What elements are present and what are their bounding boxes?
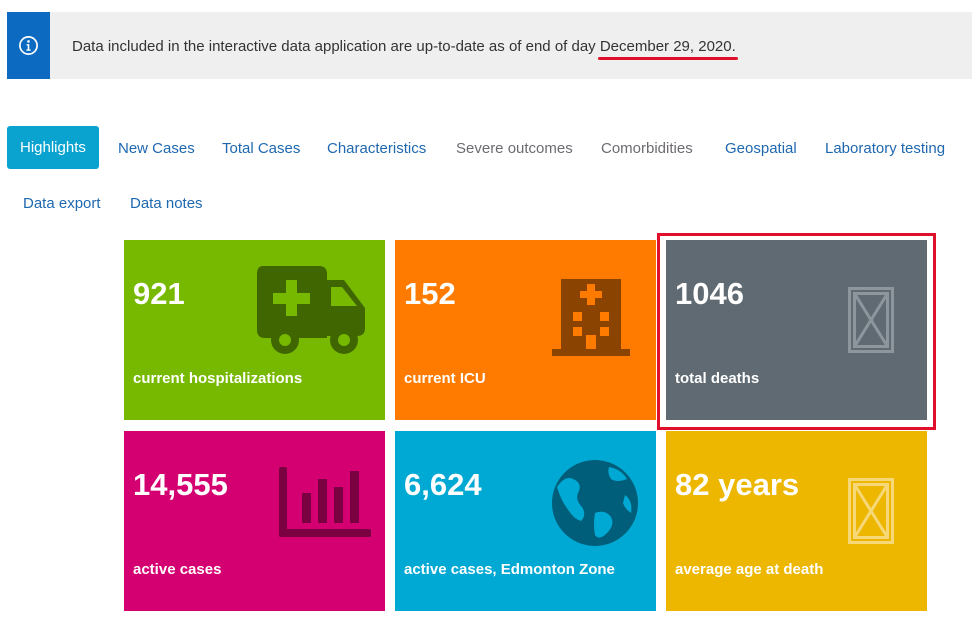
tile-active-cases[interactable]: 14,555 active cases — [124, 431, 385, 611]
tile-label: active cases — [133, 561, 222, 578]
tab-characteristics[interactable]: Characteristics — [327, 140, 426, 157]
tab-geospatial[interactable]: Geospatial — [725, 140, 797, 157]
tile-label: active cases, Edmonton Zone — [404, 561, 615, 578]
tab-data-export[interactable]: Data export — [23, 195, 101, 212]
tile-value: 82 years — [675, 467, 800, 502]
tab-laboratory-testing[interactable]: Laboratory testing — [825, 140, 945, 157]
info-icon — [19, 36, 38, 55]
globe-icon — [552, 460, 638, 546]
missing-image-icon — [848, 478, 894, 544]
tile-current-hospitalizations[interactable]: 921 current hospitalizations — [124, 240, 385, 420]
tab-new-cases[interactable]: New Cases — [118, 140, 195, 157]
annotation-highlight-frame — [657, 233, 936, 430]
bar-chart-icon — [279, 467, 371, 537]
notice-message: Data included in the interactive data ap… — [72, 38, 600, 55]
ambulance-icon — [257, 266, 365, 354]
notice-text: Data included in the interactive data ap… — [72, 38, 736, 55]
tile-value: 152 — [404, 276, 456, 311]
tile-current-icu[interactable]: 152 current ICU — [395, 240, 656, 420]
tab-highlights[interactable]: Highlights — [7, 126, 99, 169]
tab-comorbidities[interactable]: Comorbidities — [601, 140, 693, 157]
data-date-notice: Data included in the interactive data ap… — [7, 12, 972, 79]
tile-average-age-at-death[interactable]: 82 years average age at death — [666, 431, 927, 611]
tile-value: 6,624 — [404, 467, 482, 502]
notice-date: December 29, 2020. — [599, 38, 736, 55]
tile-label: current hospitalizations — [133, 370, 303, 387]
tab-total-cases[interactable]: Total Cases — [222, 140, 300, 157]
tile-active-cases-edmonton[interactable]: 6,624 active cases, Edmonton Zone — [395, 431, 656, 611]
notice-icon-box — [7, 12, 50, 79]
tab-data-notes[interactable]: Data notes — [130, 195, 203, 212]
tab-severe-outcomes[interactable]: Severe outcomes — [456, 140, 573, 157]
tile-label: current ICU — [404, 370, 486, 387]
hospital-icon — [552, 279, 630, 356]
tile-value: 921 — [133, 276, 185, 311]
tile-value: 14,555 — [133, 467, 228, 502]
tile-label: average age at death — [675, 561, 824, 578]
